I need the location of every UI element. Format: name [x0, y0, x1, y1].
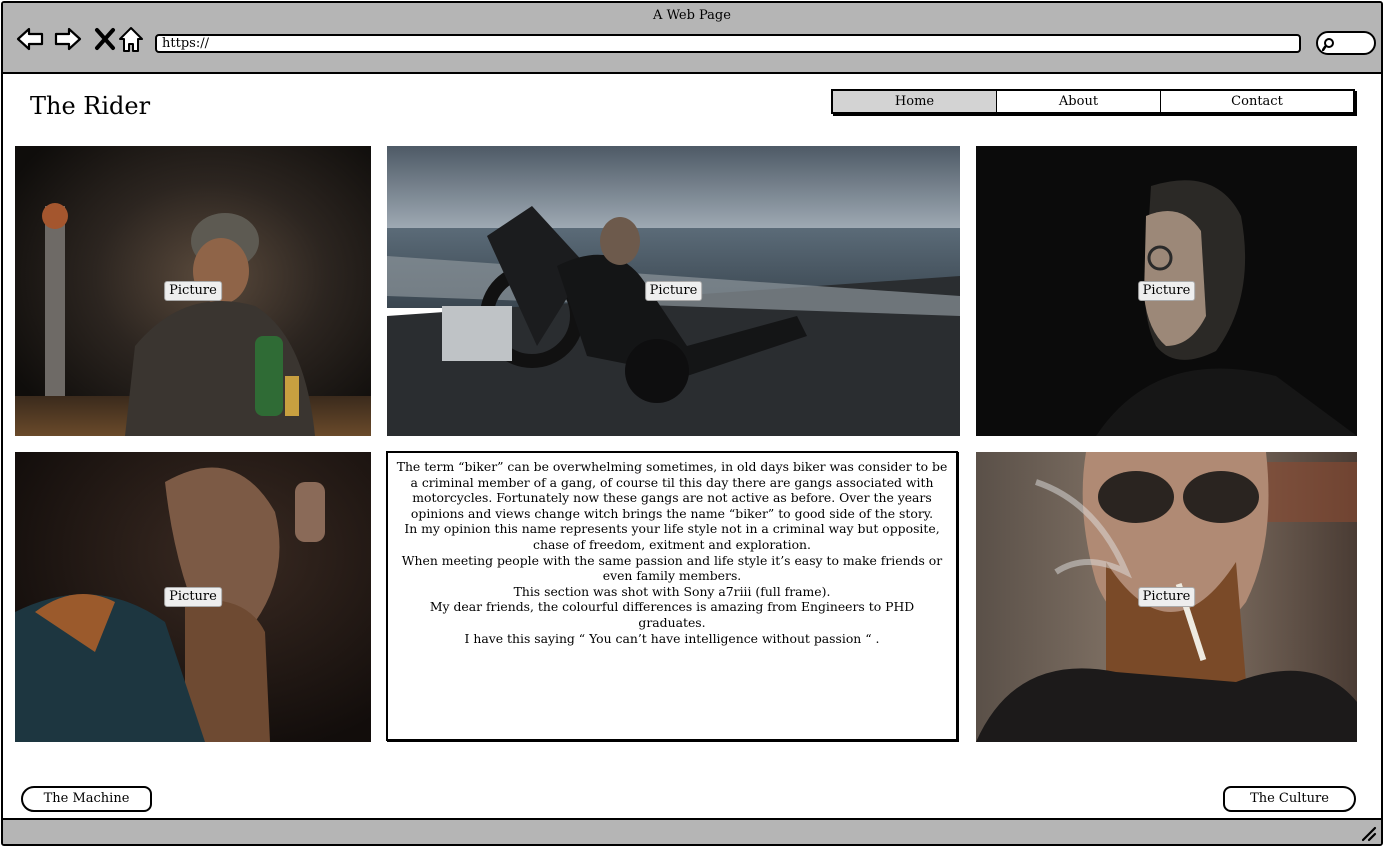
- picture-label: Picture: [164, 587, 222, 607]
- photo-bearded-man-profile: Picture: [15, 452, 371, 742]
- photo-biker-at-bar: Picture: [15, 146, 371, 436]
- resize-grip-icon[interactable]: [1359, 824, 1377, 842]
- window-title: A Web Page: [653, 8, 731, 23]
- photo-biker-by-motorcycle: Picture: [387, 146, 960, 436]
- article-paragraph: This section was shot with Sony a7riii (…: [513, 583, 831, 599]
- prev-page-button[interactable]: The Machine: [21, 786, 152, 812]
- article-paragraph: In my opinion this name represents your …: [404, 521, 940, 552]
- url-input[interactable]: https://: [155, 34, 1301, 53]
- picture-label: Picture: [1137, 587, 1196, 607]
- next-page-button[interactable]: The Culture: [1223, 786, 1356, 812]
- article-paragraph: I have this saying “ You can’t have inte…: [464, 630, 880, 646]
- home-icon[interactable]: [115, 23, 147, 55]
- photo-man-smoking: Picture: [976, 452, 1357, 742]
- article-paragraph: My dear friends, the colourful differenc…: [429, 599, 915, 630]
- article-text-box: The term “biker” can be overwhelming som…: [386, 451, 958, 741]
- picture-label: Picture: [644, 281, 703, 301]
- back-arrow-icon[interactable]: [15, 23, 47, 55]
- picture-label: Picture: [1137, 281, 1196, 301]
- main-menu: Home About Contact: [831, 89, 1355, 114]
- picture-label: Picture: [164, 281, 222, 301]
- forward-arrow-icon[interactable]: [51, 23, 83, 55]
- search-box[interactable]: [1316, 31, 1376, 55]
- article-paragraph: The term “biker” can be overwhelming som…: [396, 459, 948, 521]
- status-bar: [3, 818, 1381, 844]
- site-title: The Rider: [30, 92, 151, 120]
- menu-item-about[interactable]: About: [997, 91, 1161, 112]
- article-paragraph: When meeting people with the same passio…: [401, 552, 943, 584]
- browser-toolbar: A Web Page https://: [3, 3, 1381, 74]
- menu-item-home[interactable]: Home: [833, 91, 997, 112]
- search-icon: [1322, 38, 1334, 51]
- menu-item-contact[interactable]: Contact: [1161, 91, 1353, 112]
- photo-man-with-glasses: Picture: [976, 146, 1357, 436]
